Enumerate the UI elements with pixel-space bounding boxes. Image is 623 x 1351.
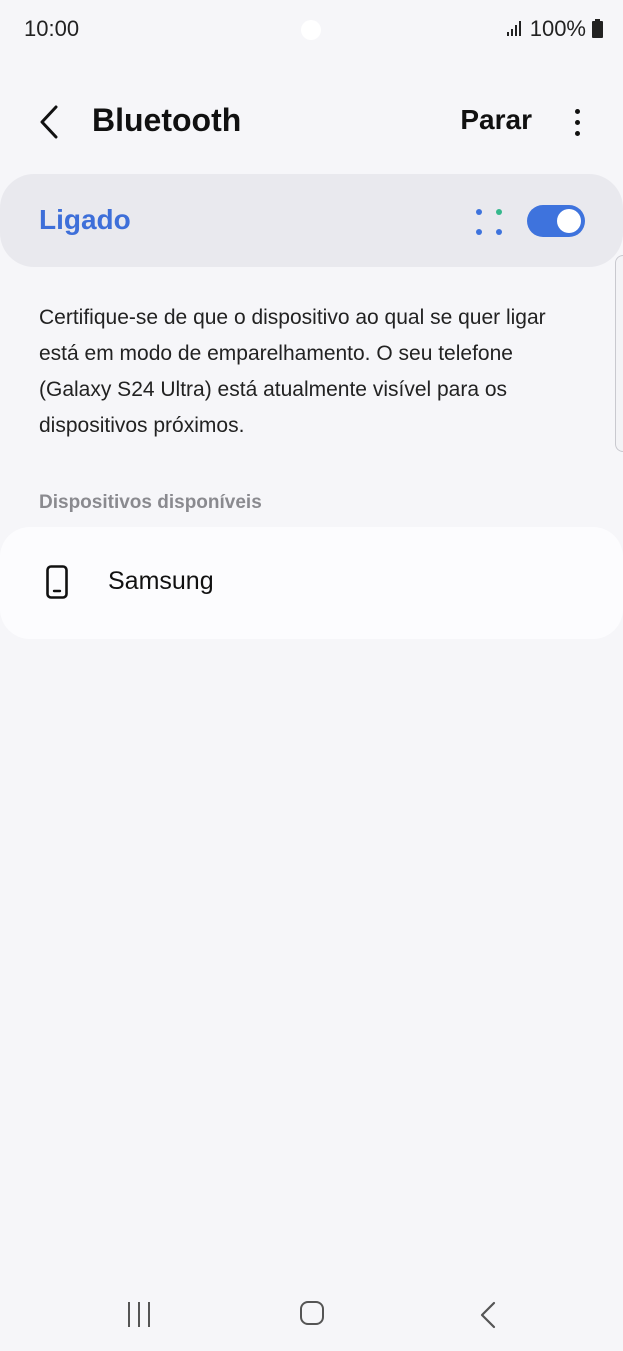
signal-icon <box>506 20 524 38</box>
switch-knob <box>557 209 581 233</box>
toggle-label: Ligado <box>39 204 131 235</box>
status-indicators: 100% <box>506 16 603 42</box>
back-button[interactable] <box>30 102 70 144</box>
page-title: Bluetooth <box>92 102 242 138</box>
available-devices-header: Dispositivos disponíveis <box>39 492 262 513</box>
phone-icon <box>46 565 68 599</box>
stop-scan-button[interactable]: Parar <box>460 104 532 136</box>
scanning-icon <box>474 207 504 237</box>
more-options-icon <box>569 109 585 136</box>
app-bar: Bluetooth Parar <box>0 90 623 156</box>
camera-cutout <box>301 20 321 40</box>
status-time: 10:00 <box>24 16 80 41</box>
back-arrow-icon <box>40 105 58 139</box>
home-button[interactable] <box>300 1301 324 1325</box>
bluetooth-switch[interactable] <box>527 205 585 237</box>
device-name: Samsung <box>108 567 214 595</box>
navigation-bar <box>0 1280 623 1350</box>
scroll-indicator[interactable] <box>615 255 623 452</box>
status-bar: 10:00 100% <box>0 0 623 60</box>
list-item-device[interactable]: Samsung <box>0 527 623 639</box>
battery-icon <box>592 19 603 39</box>
bluetooth-toggle-card[interactable]: Ligado <box>0 174 623 267</box>
recent-apps-button[interactable] <box>126 1302 152 1328</box>
nav-back-icon <box>480 1301 496 1329</box>
pairing-info-text: Certifique-se de que o dispositivo ao qu… <box>39 306 546 437</box>
battery-percentage: 100% <box>529 16 586 41</box>
more-options-button[interactable] <box>569 106 585 140</box>
nav-back-button[interactable] <box>476 1300 500 1330</box>
